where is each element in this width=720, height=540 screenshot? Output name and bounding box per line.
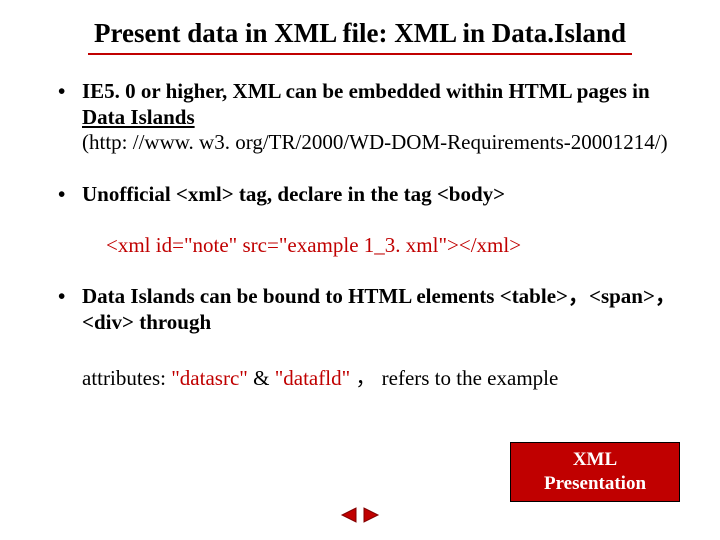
attr-datasrc: "datasrc": [171, 366, 248, 390]
attr-amp: &: [248, 366, 275, 390]
bullet-1-url: (http: //www. w3. org/TR/2000/WD-DOM-Req…: [82, 130, 668, 154]
attr-datafld: "datafld": [275, 366, 350, 390]
box-line1: XML: [573, 449, 617, 470]
bullet-2: Unofficial <xml> tag, declare in the tag…: [58, 182, 682, 208]
box-line2: Presentation: [544, 473, 646, 494]
next-arrow-icon[interactable]: [362, 506, 382, 524]
code-line: <xml id="note" src="example 1_3. xml"></…: [106, 233, 690, 258]
bullet-3: Data Islands can be bound to HTML elemen…: [58, 284, 682, 335]
attr-suffix: ， refers to the example: [350, 366, 558, 390]
slide: Present data in XML file: XML in Data.Is…: [0, 0, 720, 540]
attributes-line: attributes: "datasrc" & "datafld" ， refe…: [82, 362, 690, 392]
bullet-list: IE5. 0 or higher, XML can be embedded wi…: [30, 79, 690, 207]
bullet-1: IE5. 0 or higher, XML can be embedded wi…: [58, 79, 682, 156]
attr-prefix: attributes:: [82, 366, 171, 390]
xml-presentation-box[interactable]: XML Presentation: [510, 442, 680, 502]
bullet-1-lead: IE5. 0 or higher, XML can be embedded wi…: [82, 79, 650, 103]
bullet-list-2: Data Islands can be bound to HTML elemen…: [30, 284, 690, 335]
prev-arrow-icon[interactable]: [338, 506, 358, 524]
nav-arrows: [338, 506, 382, 524]
bullet-1-underlined: Data Islands: [82, 105, 195, 129]
slide-title: Present data in XML file: XML in Data.Is…: [88, 18, 632, 55]
title-wrap: Present data in XML file: XML in Data.Is…: [30, 18, 690, 65]
